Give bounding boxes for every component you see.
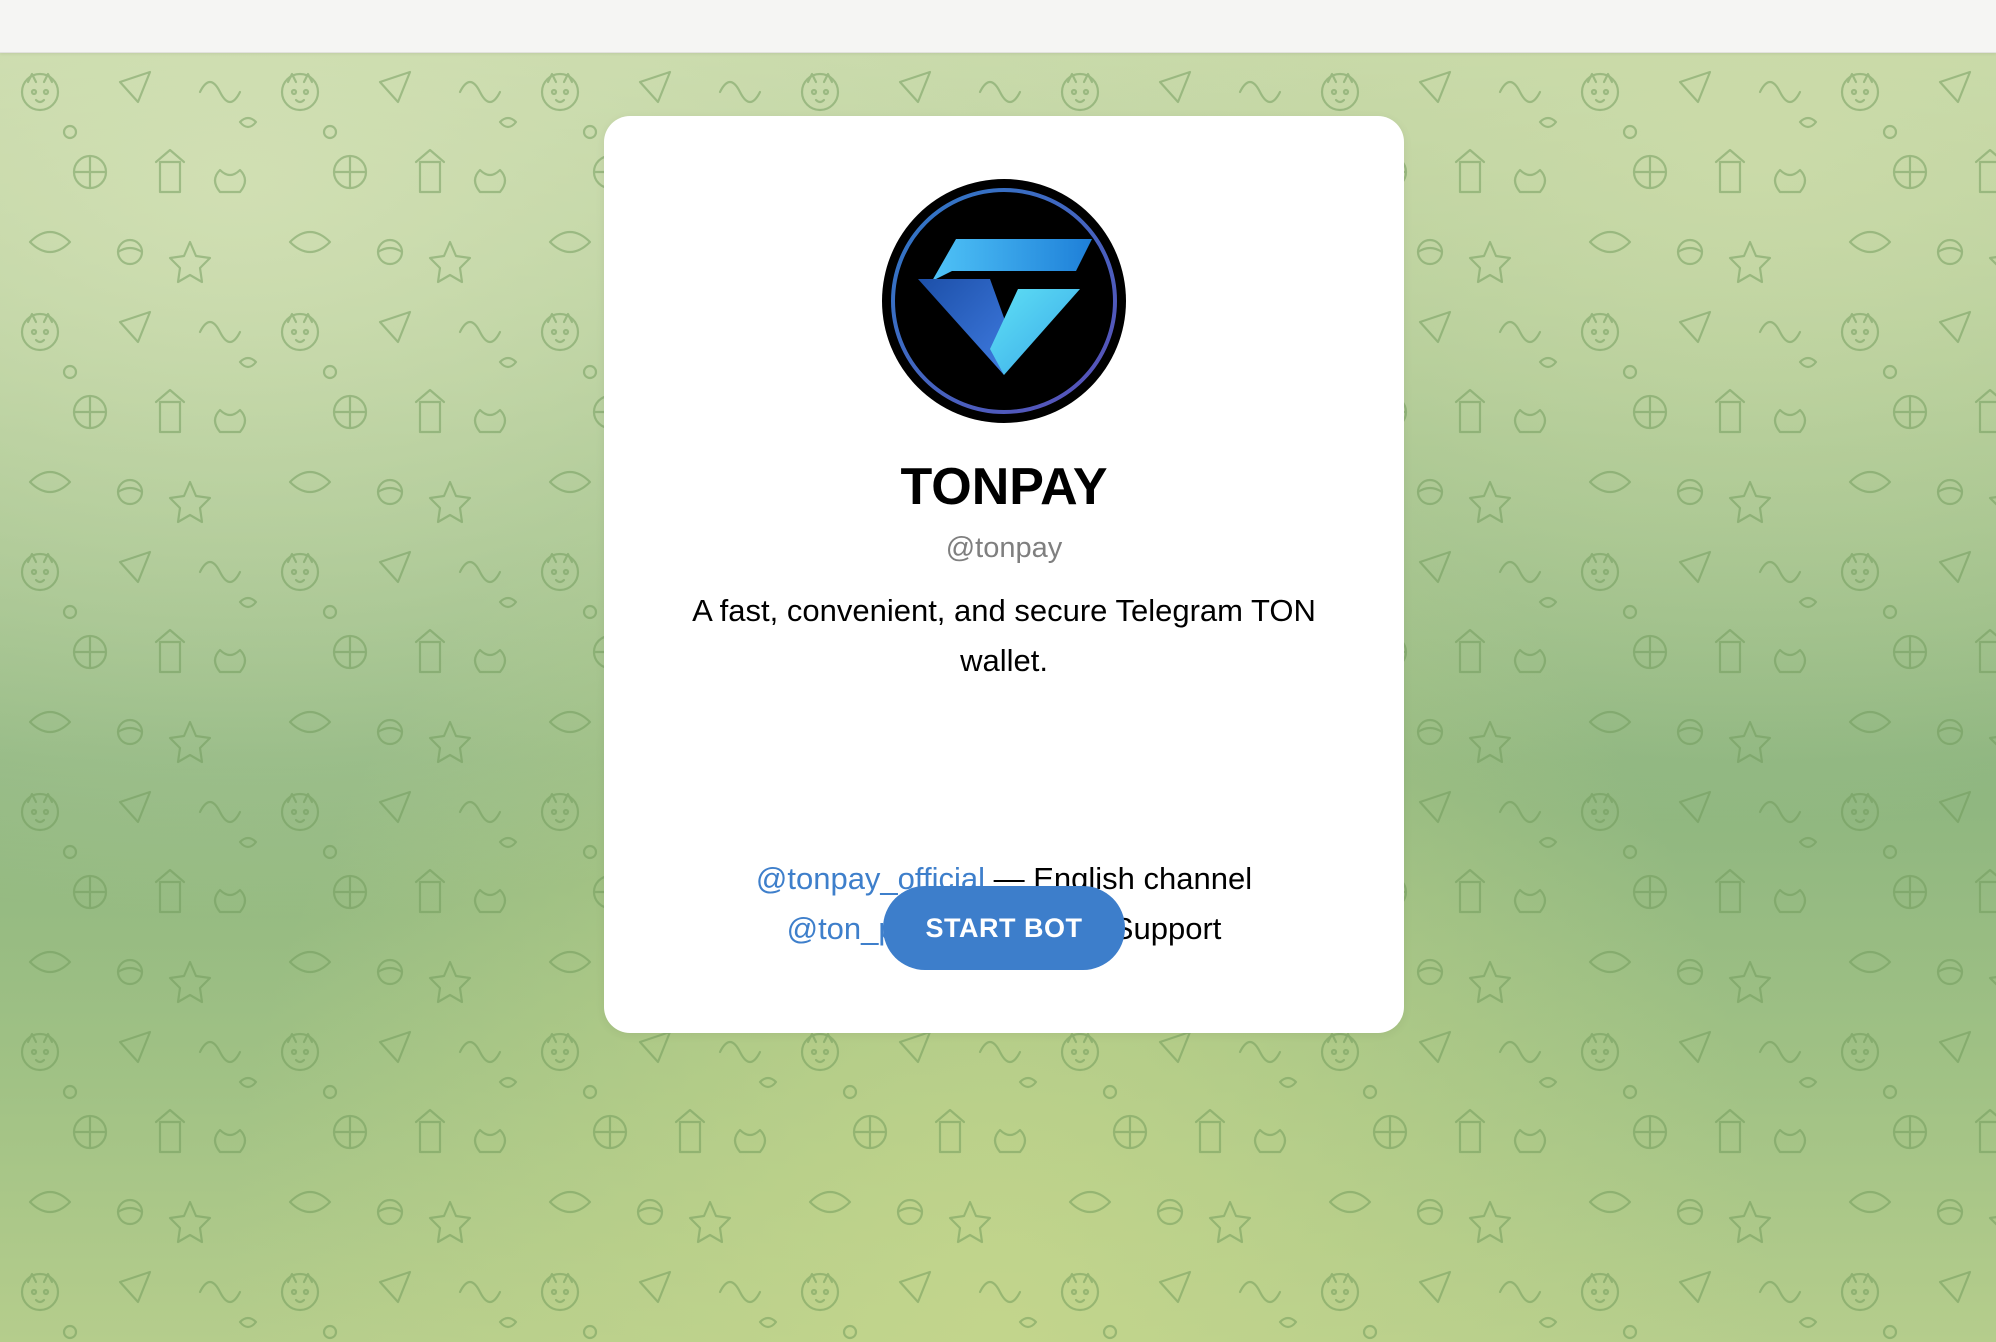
top-bar <box>0 0 1996 53</box>
bot-card: TONPAY @tonpay A fast, convenient, and s… <box>604 116 1404 1033</box>
bot-avatar <box>882 179 1126 423</box>
start-bot-button[interactable]: START BOT <box>883 886 1125 970</box>
page: TONPAY @tonpay A fast, convenient, and s… <box>0 0 1996 1342</box>
bot-name: TONPAY <box>900 458 1108 516</box>
bot-username: @tonpay <box>945 532 1063 564</box>
bot-description: A fast, convenient, and secure Telegram … <box>692 593 1316 678</box>
tonpay-gem-logo-icon <box>887 184 1121 418</box>
